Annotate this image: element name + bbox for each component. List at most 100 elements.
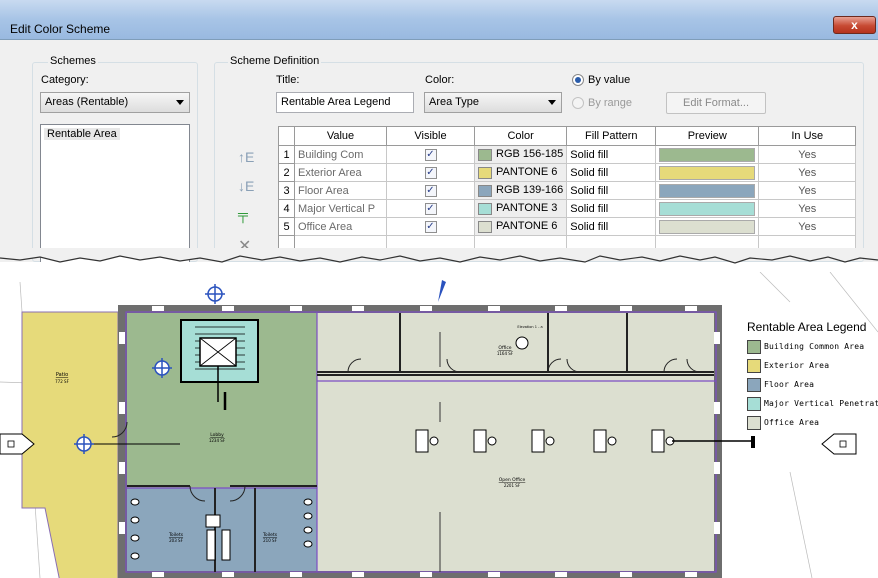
color-swatch bbox=[478, 220, 492, 233]
title-bar[interactable]: Edit Color Scheme x bbox=[0, 0, 878, 40]
elevation-tag-label: Elevation 1 - a bbox=[517, 325, 542, 329]
move-down-icon[interactable]: ↓E bbox=[238, 178, 254, 194]
floor-plan-view: Patio 772 SF Lobby 1234 SF Office 1164 S… bbox=[0, 271, 878, 578]
elevation-tag-icon-right bbox=[821, 433, 857, 455]
visible-checkbox[interactable]: ✓ bbox=[424, 148, 437, 161]
in-use-cell: Yes bbox=[758, 217, 857, 236]
column-header-preview[interactable]: Preview bbox=[655, 126, 760, 146]
category-label: Category: bbox=[41, 74, 89, 86]
preview-cell bbox=[655, 217, 760, 236]
preview-cell bbox=[655, 145, 760, 164]
move-up-icon[interactable]: ↑E bbox=[238, 149, 254, 165]
legend-swatch bbox=[747, 378, 761, 392]
category-value: Areas (Rentable) bbox=[45, 96, 129, 108]
row-number-header bbox=[278, 126, 295, 146]
color-swatch bbox=[478, 166, 492, 179]
color-cell[interactable]: PANTONE 6 bbox=[473, 163, 568, 182]
column-header-fill-pattern[interactable]: Fill Pattern bbox=[566, 126, 657, 146]
title-label: Title: bbox=[276, 74, 300, 86]
value-cell[interactable]: Office Area bbox=[294, 217, 387, 236]
visible-checkbox[interactable]: ✓ bbox=[424, 220, 437, 233]
schemes-list[interactable]: Rentable Area bbox=[40, 124, 190, 262]
legend-title: Rentable Area Legend bbox=[747, 320, 867, 334]
office-area-fill-north bbox=[317, 313, 714, 381]
scheme-list-item[interactable]: Rentable Area bbox=[44, 128, 120, 140]
table-row[interactable]: 2 Exterior Area ✓ PANTONE 6 Solid fill Yes bbox=[278, 163, 857, 182]
patio-area-label: 772 SF bbox=[55, 379, 69, 384]
add-value-icon[interactable]: ╤ bbox=[238, 206, 248, 222]
by-range-radio[interactable] bbox=[572, 97, 584, 109]
preview-swatch bbox=[659, 219, 756, 234]
legend-swatch bbox=[747, 416, 761, 430]
preview-cell bbox=[655, 199, 760, 218]
legend-label: Building Common Area bbox=[764, 342, 865, 351]
fill-pattern-cell[interactable]: Solid fill bbox=[566, 181, 657, 200]
legend-swatch bbox=[747, 397, 761, 411]
visible-cell: ✓ bbox=[386, 199, 475, 218]
color-label: Color: bbox=[425, 74, 455, 86]
value-cell[interactable]: Floor Area bbox=[294, 181, 387, 200]
legend-swatch bbox=[747, 340, 761, 354]
title-field[interactable]: Rentable Area Legend bbox=[276, 92, 414, 113]
dialog-title: Edit Color Scheme bbox=[10, 22, 111, 36]
legend-label: Office Area bbox=[764, 418, 820, 427]
color-dropdown[interactable]: Area Type bbox=[424, 92, 562, 113]
by-value-radio[interactable] bbox=[572, 74, 584, 86]
visible-checkbox[interactable]: ✓ bbox=[424, 202, 437, 215]
color-cell[interactable]: RGB 139-166 bbox=[473, 181, 568, 200]
scheme-definition-group-title: Scheme Definition bbox=[228, 55, 322, 67]
close-button[interactable]: x bbox=[833, 16, 876, 34]
column-header-color[interactable]: Color bbox=[473, 126, 568, 146]
color-swatch bbox=[478, 148, 492, 161]
visible-cell: ✓ bbox=[386, 181, 475, 200]
by-range-label: By range bbox=[588, 97, 633, 109]
in-use-cell: Yes bbox=[758, 199, 857, 218]
category-dropdown[interactable]: Areas (Rentable) bbox=[40, 92, 190, 113]
scheme-values-table: Value Visible Color Fill Pattern Preview… bbox=[278, 126, 857, 254]
color-swatch bbox=[478, 184, 492, 197]
column-header-visible[interactable]: Visible bbox=[386, 126, 475, 146]
color-swatch bbox=[478, 202, 492, 215]
open-office-area-fill bbox=[317, 381, 714, 571]
color-cell[interactable]: PANTONE 3 bbox=[473, 199, 568, 218]
table-row[interactable]: 5 Office Area ✓ PANTONE 6 Solid fill Yes bbox=[278, 217, 857, 236]
legend-label: Exterior Area bbox=[764, 361, 830, 370]
value-cell[interactable]: Major Vertical P bbox=[294, 199, 387, 218]
chevron-down-icon bbox=[548, 100, 556, 105]
fill-pattern-cell[interactable]: Solid fill bbox=[566, 163, 657, 182]
column-header-value[interactable]: Value bbox=[294, 126, 387, 146]
patio-room-label: Patio bbox=[56, 372, 68, 378]
visible-checkbox[interactable]: ✓ bbox=[424, 184, 437, 197]
in-use-cell: Yes bbox=[758, 181, 857, 200]
fill-pattern-cell[interactable]: Solid fill bbox=[566, 217, 657, 236]
table-row[interactable]: 4 Major Vertical P ✓ PANTONE 3 Solid fill Yes bbox=[278, 199, 857, 218]
color-value: PANTONE 3 bbox=[496, 202, 558, 215]
visible-cell: ✓ bbox=[386, 163, 475, 182]
fill-pattern-cell[interactable]: Solid fill bbox=[566, 145, 657, 164]
preview-cell bbox=[655, 181, 760, 200]
open-office-area-label: 2201 SF bbox=[504, 483, 521, 488]
color-cell[interactable]: PANTONE 6 bbox=[473, 217, 568, 236]
column-header-in-use[interactable]: In Use bbox=[758, 126, 857, 146]
value-cell[interactable]: Exterior Area bbox=[294, 163, 387, 182]
visible-checkbox[interactable]: ✓ bbox=[424, 166, 437, 179]
color-cell[interactable]: RGB 156-185 bbox=[473, 145, 568, 164]
preview-cell bbox=[655, 163, 760, 182]
row-number: 3 bbox=[278, 181, 295, 200]
edit-format-button[interactable]: Edit Format... bbox=[666, 92, 766, 114]
chevron-down-icon bbox=[176, 100, 184, 105]
visible-cell: ✓ bbox=[386, 217, 475, 236]
schemes-group-title: Schemes bbox=[48, 55, 98, 67]
patio-area-fill bbox=[21, 311, 119, 578]
table-row[interactable]: 3 Floor Area ✓ RGB 139-166 Solid fill Yes bbox=[278, 181, 857, 200]
color-value: PANTONE 6 bbox=[496, 166, 558, 179]
table-row[interactable]: 1 Building Com ✓ RGB 156-185 Solid fill Yes bbox=[278, 145, 857, 164]
in-use-cell: Yes bbox=[758, 145, 857, 164]
elevation-marker-icon bbox=[515, 336, 529, 350]
preview-swatch bbox=[659, 201, 756, 216]
color-value: RGB 156-185 bbox=[496, 148, 564, 161]
row-number: 4 bbox=[278, 199, 295, 218]
fill-pattern-cell[interactable]: Solid fill bbox=[566, 199, 657, 218]
value-cell[interactable]: Building Com bbox=[294, 145, 387, 164]
row-number: 1 bbox=[278, 145, 295, 164]
